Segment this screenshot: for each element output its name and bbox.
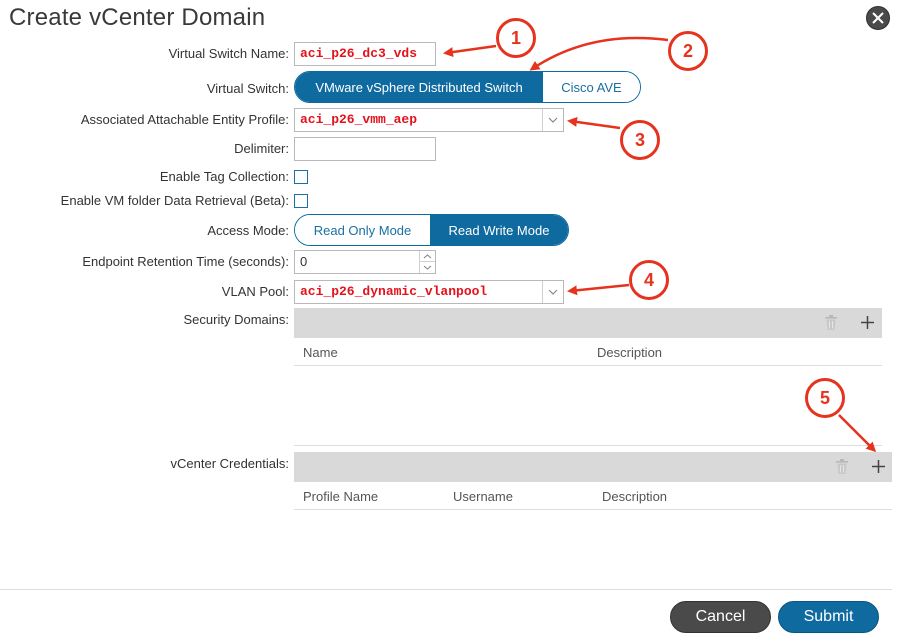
callout-badge-5: 5 [805, 378, 845, 418]
callout-arrows [443, 36, 877, 453]
callout-badge-1: 1 [496, 18, 536, 58]
callout-badge-4: 4 [629, 260, 669, 300]
callout-badge-3: 3 [620, 120, 660, 160]
callout-badge-2: 2 [668, 31, 708, 71]
